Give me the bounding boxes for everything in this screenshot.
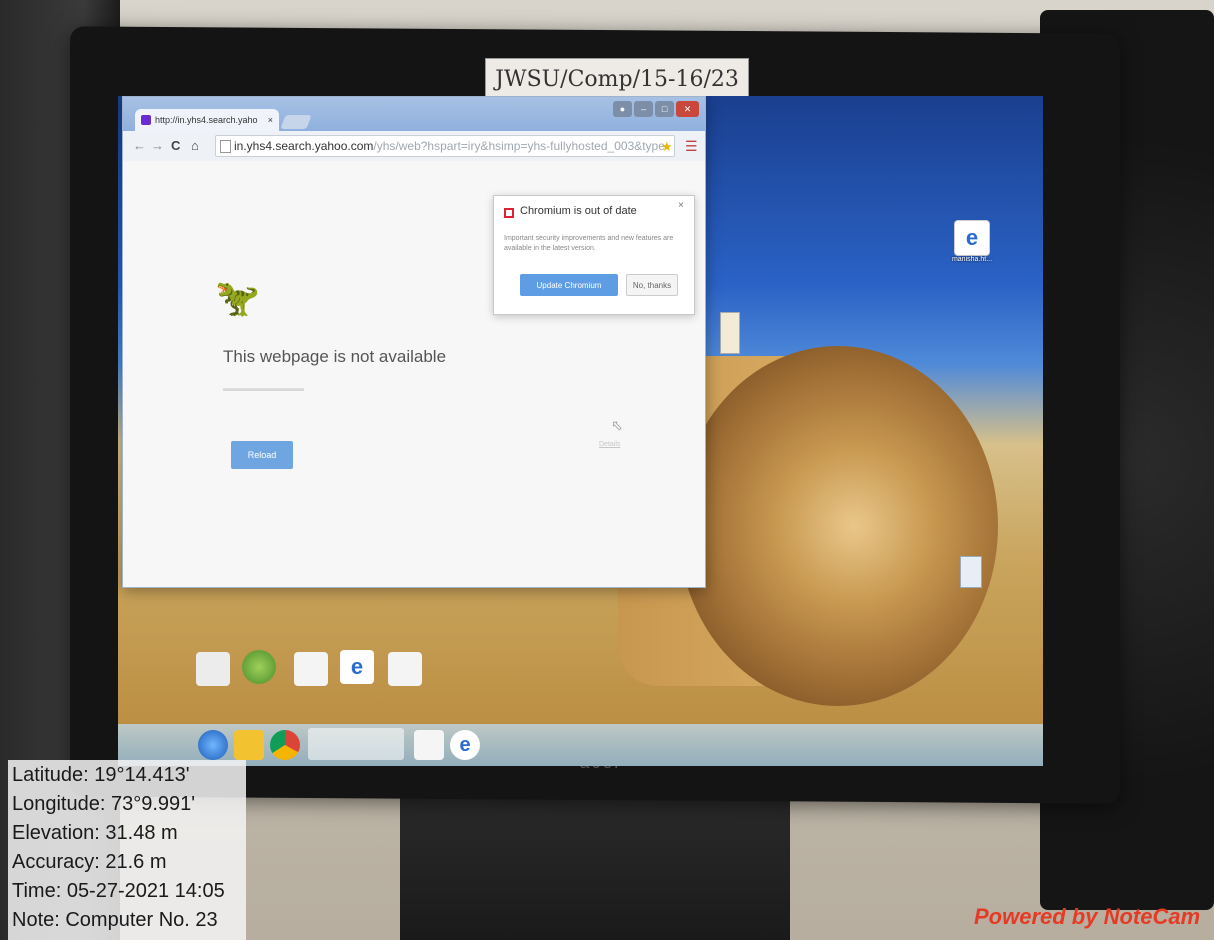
accuracy-text: Accuracy: 21.6 m [12,851,167,873]
chromium-window: http://in.yhs4.search.yaho × ● – □ ✕ ← →… [122,96,706,588]
folder-taskbar-icon[interactable] [414,730,444,760]
browser-toolbar: ← → C ⌂ in.yhs4.search.yahoo.com/yhs/web… [123,131,705,162]
url-host: in.yhs4.search.yahoo.com [234,139,374,153]
notecam-watermark: Powered by NoteCam [974,904,1201,929]
internet-explorer-taskbar-icon[interactable]: e [450,730,480,760]
bubble-close-icon[interactable]: × [678,200,684,211]
error-subtitle: ▬▬▬▬▬▬▬▬▬ [223,383,304,393]
window-titlebar[interactable]: http://in.yhs4.search.yaho × ● – □ ✕ [123,97,705,131]
desktop-icon-label: manisha.ht... [951,256,993,263]
error-title: This webpage is not available [223,347,447,366]
details-link[interactable]: Details [599,441,620,448]
elevation-text: Elevation: 31.48 m [12,822,178,844]
desktop-file-icon[interactable] [960,556,982,588]
time-text: Time: 05-27-2021 14:05 [12,880,225,902]
desktop-icon-manisha[interactable]: e manisha.ht... [952,220,1002,263]
asset-label-sticker: JWSU/Comp/15-16/23 [485,58,749,100]
app-shortcut-icon[interactable] [242,650,276,684]
url-path: /yhs/web?hspart=iry&hsimp=yhs-fullyhoste… [373,139,665,153]
desktop-screen: e manisha.ht... e http://in.yhs4.search.… [118,96,1043,766]
no-thanks-button[interactable]: No, thanks [626,274,678,296]
longitude-text: Longitude: 73°9.991' [12,793,196,815]
maximize-button[interactable]: □ [655,101,675,117]
tab-title: http://in.yhs4.search.yaho [155,115,258,125]
desktop-file-icon[interactable] [720,312,740,354]
start-button-icon[interactable] [198,730,228,760]
monitor-stand [400,790,790,940]
internet-explorer-icon[interactable]: e [340,650,374,684]
explorer-taskbar-icon[interactable] [234,730,264,760]
wallpaper-hay-bale [678,346,998,706]
note-text: Note: Computer No. 23 [12,909,218,931]
new-tab-button[interactable] [280,115,312,129]
page-info-icon[interactable] [220,140,231,153]
home-icon[interactable]: ⌂ [191,138,199,153]
tab-close-icon[interactable]: × [268,115,273,125]
yahoo-favicon-icon [141,115,151,125]
forward-arrow-icon[interactable]: → [151,138,164,153]
chromium-warning-icon [504,208,514,218]
update-chromium-button[interactable]: Update Chromium [520,274,618,296]
active-window-button[interactable] [308,728,404,760]
internet-explorer-icon: e [954,220,990,256]
window-controls: ● – □ ✕ [613,101,699,119]
bubble-body: Important security improvements and new … [504,235,674,252]
profile-icon[interactable]: ● [613,101,633,117]
document-icon[interactable] [294,652,328,686]
browser-tab[interactable]: http://in.yhs4.search.yaho × [135,109,279,131]
reload-icon[interactable]: C [171,138,180,153]
recycle-bin-icon[interactable] [196,652,230,686]
minimize-button[interactable]: – [634,101,654,117]
back-arrow-icon[interactable]: ← [133,138,146,153]
offline-dino-icon: 🦖 [215,277,260,318]
chromium-taskbar-icon[interactable] [270,730,300,760]
update-bubble: Chromium is out of date × Important secu… [493,195,695,315]
mouse-pointer-icon: ⬁ [611,417,623,433]
chrome-menu-icon[interactable]: ☰ [685,138,698,155]
latitude-text: Latitude: 19°14.413' [12,764,190,786]
bookmark-star-icon[interactable]: ★ [661,139,673,155]
close-window-button[interactable]: ✕ [676,101,699,117]
reload-button[interactable]: Reload [231,441,293,469]
windows-taskbar: e [118,724,1043,766]
document-icon[interactable] [388,652,422,686]
address-bar[interactable]: in.yhs4.search.yahoo.com/yhs/web?hspart=… [215,135,675,157]
bubble-title: Chromium is out of date [520,205,637,217]
